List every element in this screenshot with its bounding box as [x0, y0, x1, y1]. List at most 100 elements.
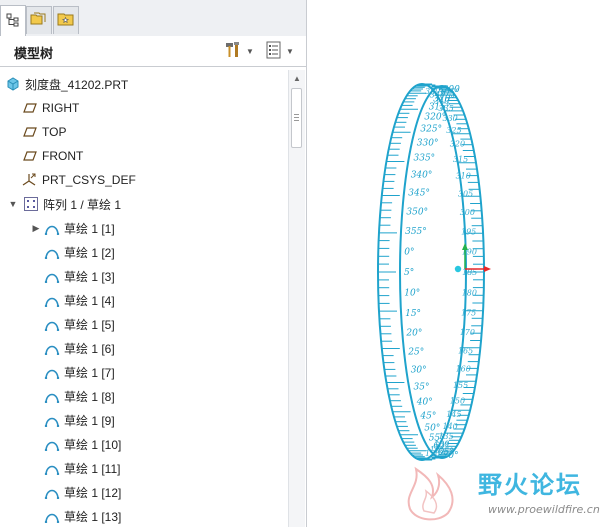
sketch-icon	[44, 316, 60, 332]
dial-back-label: 305	[458, 189, 473, 198]
tree-item-label: 草绘 1 [5]	[64, 317, 115, 332]
dial-back-label: 310	[456, 172, 471, 181]
panel-title: 模型树	[14, 46, 54, 61]
sketch-icon	[44, 268, 60, 284]
dial-label: 25°	[407, 348, 424, 358]
dial-label: 345°	[408, 189, 430, 199]
dial-back-label: 180	[462, 288, 477, 297]
tree-item-csys[interactable]: PRT_CSYS_DEF	[0, 168, 288, 192]
tree-item-sketch[interactable]: 草绘 1 [13]	[0, 504, 288, 527]
dial-back-label: 165	[458, 347, 473, 356]
favorites-icon	[57, 11, 75, 30]
tree-item-front[interactable]: FRONT	[0, 144, 288, 168]
sketch-icon	[44, 220, 60, 236]
tree-item-label: 刻度盘_41202.PRT	[25, 77, 129, 92]
dial-label: 330°	[417, 138, 439, 148]
tree-item-sketch[interactable]: 草绘 1 [2]	[0, 240, 288, 264]
dial-back-label: 120	[425, 449, 440, 458]
tree-item-sketch[interactable]: 草绘 1 [4]	[0, 288, 288, 312]
tree-item-sketch[interactable]: 草绘 1 [7]	[0, 360, 288, 384]
watermark-url: www.proewildfire.cn	[488, 503, 600, 516]
sketch-icon	[44, 340, 60, 356]
tree-item-top[interactable]: TOP	[0, 120, 288, 144]
dial-back-label: 155	[453, 381, 468, 390]
tree-item-label: 阵列 1 / 草绘 1	[43, 197, 122, 212]
tab-favorites[interactable]	[53, 6, 79, 34]
expand-arrow-icon[interactable]: ▶	[30, 222, 42, 234]
tab-model-tree[interactable]	[0, 5, 26, 36]
dial-label: 35°	[414, 382, 430, 392]
tools-icon	[224, 41, 242, 62]
tree-item-sketch[interactable]: 草绘 1 [6]	[0, 336, 288, 360]
dial-label: 20°	[405, 329, 422, 339]
coordinate-system-icon	[22, 172, 38, 188]
dial-model: 300305°310°315°320°325°330°335°340°345°3…	[377, 83, 491, 461]
dial-back-label: 140	[443, 422, 458, 431]
tree-item-sketch[interactable]: 草绘 1 [9]	[0, 408, 288, 432]
datum-plane-icon	[22, 100, 38, 116]
sketch-icon	[44, 484, 60, 500]
dial-label: 325°	[420, 125, 442, 135]
tree-item-label: 草绘 1 [9]	[64, 413, 115, 428]
graphics-viewport[interactable]: 300 305° 310° 315° 320° 325° 330° 335° 340° 345° 3…	[307, 0, 615, 527]
tree-item-label: 草绘 1 [3]	[64, 269, 115, 284]
pattern-icon	[23, 196, 39, 212]
list-icon	[266, 41, 282, 62]
model-tree-icon	[6, 13, 20, 30]
collapse-arrow-icon[interactable]: ▼	[7, 198, 19, 210]
tree-settings-button[interactable]: ▼	[224, 41, 260, 61]
dial-back-label: 335	[438, 104, 453, 113]
y-axis-arrow	[462, 243, 468, 250]
tree-item-label: FRONT	[42, 149, 84, 163]
tree-root-part[interactable]: 刻度盘_41202.PRT	[0, 72, 288, 96]
tree-scrollbar[interactable]: ▲	[288, 70, 305, 527]
tab-folder-browser[interactable]	[26, 6, 52, 34]
forum-watermark: 野火论坛 www.proewildfire.cn	[402, 463, 612, 523]
tree-item-sketch[interactable]: 草绘 1 [3]	[0, 264, 288, 288]
dial-back-label: 195	[461, 228, 476, 237]
tree-item-label: 草绘 1 [4]	[64, 293, 115, 308]
tree-item-pattern[interactable]: ▼ 阵列 1 / 草绘 1	[0, 192, 288, 216]
tree-item-label: 草绘 1 [6]	[64, 341, 115, 356]
watermark-title: 野火论坛	[478, 471, 582, 499]
sketch-icon	[44, 508, 60, 524]
tree-item-label: 草绘 1 [12]	[64, 485, 122, 500]
tree-item-right[interactable]: RIGHT	[0, 96, 288, 120]
dial-back-label: 160	[456, 365, 471, 374]
scrollbar-thumb[interactable]	[291, 88, 302, 148]
dial-label: 340°	[411, 170, 433, 180]
tree-item-sketch[interactable]: 草绘 1 [5]	[0, 312, 288, 336]
dial-label: 350°	[406, 208, 428, 218]
tree-item-sketch[interactable]: 草绘 1 [8]	[0, 384, 288, 408]
tree-item-sketch[interactable]: ▶ 草绘 1 [1]	[0, 216, 288, 240]
tree-show-button[interactable]: ▼	[266, 41, 302, 61]
part-icon	[5, 76, 21, 92]
sketch-icon	[44, 364, 60, 380]
tree-item-label: 草绘 1 [10]	[64, 437, 122, 452]
tree-item-sketch[interactable]: 草绘 1 [12]	[0, 480, 288, 504]
tree-item-label: 草绘 1 [11]	[64, 461, 121, 476]
navigator-tab-strip	[0, 0, 306, 37]
chevron-down-icon: ▼	[246, 46, 254, 56]
scroll-up-icon[interactable]: ▲	[289, 70, 305, 86]
tree-item-label: RIGHT	[42, 101, 80, 115]
sketch-icon	[44, 412, 60, 428]
tree-item-sketch[interactable]: 草绘 1 [10]	[0, 432, 288, 456]
sketch-icon	[44, 244, 60, 260]
dial-label: 10°	[404, 289, 420, 299]
dial-label: 355°	[405, 227, 427, 237]
x-axis-arrow	[484, 266, 491, 272]
tree-item-label: 草绘 1 [1]	[64, 221, 115, 236]
dial-label: 45°	[419, 412, 436, 422]
dial-back-label: 330	[443, 114, 458, 123]
sketch-icon	[44, 292, 60, 308]
dial-label: 40°	[416, 398, 433, 408]
datum-plane-icon	[22, 124, 38, 140]
dial-back-label: 150	[450, 396, 465, 405]
tree-item-sketch[interactable]: 草绘 1 [11]	[0, 456, 288, 480]
dial-label: 0°	[404, 248, 414, 258]
tree-item-label: TOP	[42, 125, 67, 139]
dial-back-label: 315	[453, 155, 468, 164]
dial-label: 335°	[414, 154, 436, 164]
dial-label: 5°	[404, 268, 414, 278]
